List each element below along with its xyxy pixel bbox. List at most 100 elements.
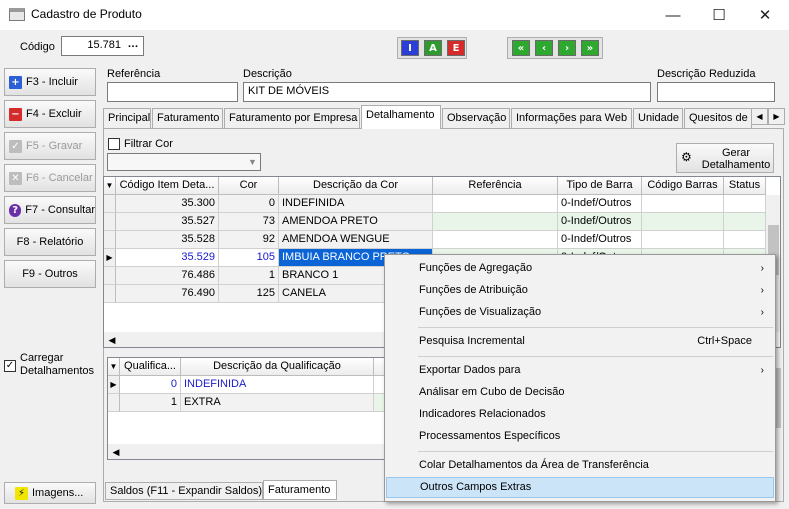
grid-cell-ref[interactable]	[433, 213, 558, 231]
context-menu: Funções de Agregação › Funções de Atribu…	[384, 254, 776, 502]
header-referencia[interactable]: Referência	[433, 177, 558, 195]
grid-cell-codigo[interactable]: 35.529	[116, 249, 219, 267]
scroll-left-icon[interactable]: ◀	[106, 334, 118, 346]
grid-cell-codigo[interactable]: 35.527	[116, 213, 219, 231]
menu-item-processamentos[interactable]: Processamentos Específicos	[386, 426, 774, 447]
grid-cell-descricao[interactable]: AMENDOA WENGUE	[279, 231, 433, 249]
menu-item-pesquisa[interactable]: Pesquisa Incremental Ctrl+Space	[386, 331, 774, 352]
tab-faturamento-empresa[interactable]: Faturamento por Empresa	[224, 108, 360, 128]
grid-cell-status[interactable]	[724, 231, 766, 249]
grid-cell-cor[interactable]: 0	[219, 195, 279, 213]
last-record-icon[interactable]: »	[581, 40, 599, 56]
tab-scroll-left-icon[interactable]: ◀	[751, 108, 768, 125]
grid-cell-cor[interactable]: 1	[219, 267, 279, 285]
grid-cell-status[interactable]	[724, 213, 766, 231]
header-descricao-cor[interactable]: Descrição da Cor	[279, 177, 433, 195]
grid-cell-status[interactable]	[724, 195, 766, 213]
grid-cell-codigo[interactable]: 35.300	[116, 195, 219, 213]
outros-button[interactable]: F9 - Outros	[4, 260, 96, 288]
tab-scroll-right-icon[interactable]: ▶	[768, 108, 785, 125]
grid-cell-tipo[interactable]: 0-Indef/Outros	[558, 213, 642, 231]
grid-cell-ref[interactable]	[433, 231, 558, 249]
imagens-button[interactable]: ⚡ Imagens...	[4, 482, 96, 504]
close-button[interactable]: ✕	[742, 0, 788, 30]
grid-cell-barras[interactable]	[642, 231, 724, 249]
codigo-lookup-button[interactable]: …	[124, 38, 142, 54]
menu-item-agregacao[interactable]: Funções de Agregação ›	[386, 258, 774, 279]
alter-button[interactable]: A	[424, 40, 442, 56]
qual-descricao-cell[interactable]: INDEFINIDA	[181, 376, 374, 394]
descricao-input[interactable]: KIT DE MÓVEIS	[243, 82, 651, 102]
next-record-icon[interactable]: ›	[558, 40, 576, 56]
tab-detalhamento[interactable]: Detalhamento	[361, 105, 441, 129]
excluir-button[interactable]: − F4 - Excluir	[4, 100, 96, 128]
qual-codigo-cell[interactable]: 0	[120, 376, 181, 394]
submenu-chevron-right-icon: ›	[760, 365, 764, 376]
header-tipo-barra[interactable]: Tipo de Barra	[558, 177, 642, 195]
maximize-button[interactable]: ☐	[696, 0, 742, 30]
cancelar-button[interactable]: ✕ F6 - Cancelar	[4, 164, 96, 192]
grid-cell-barras[interactable]	[642, 195, 724, 213]
tab-faturamento-bottom[interactable]: Faturamento	[263, 480, 337, 500]
incluir-button[interactable]: + F3 - Incluir	[4, 68, 96, 96]
first-record-icon[interactable]: «	[512, 40, 530, 56]
grid-cell-cor[interactable]: 92	[219, 231, 279, 249]
cor-select-chevron-down-icon[interactable]: ▼	[245, 154, 260, 170]
tab-quesitos[interactable]: Quesitos de	[684, 108, 752, 128]
delete-button[interactable]: E	[447, 40, 465, 56]
minimize-button[interactable]: —	[650, 0, 696, 30]
header-codigo[interactable]: Código Item Deta...	[116, 177, 219, 195]
gravar-button[interactable]: ✓ F5 - Gravar	[4, 132, 96, 160]
tab-principal[interactable]: Principal	[103, 108, 151, 128]
carregar-detalhamentos-checkbox[interactable]: ✓	[4, 360, 16, 372]
tab-unidade[interactable]: Unidade	[633, 108, 683, 128]
filtrar-cor-checkbox[interactable]	[108, 138, 120, 150]
tab-observacao[interactable]: Observação	[442, 108, 510, 128]
gerar-label-line1: Gerar	[721, 147, 751, 159]
grid-cell-ref[interactable]	[433, 195, 558, 213]
gerar-detalhamento-button[interactable]: ⚙ Gerar Detalhamento	[676, 143, 774, 173]
grid-cell-barras[interactable]	[642, 213, 724, 231]
menu-item-cubo[interactable]: Análisar em Cubo de Decisão	[386, 382, 774, 403]
qual-grid-menu-chevron-icon[interactable]: ▼	[108, 358, 120, 376]
grid-cell-codigo[interactable]: 76.490	[116, 285, 219, 303]
grid-cell-descricao[interactable]: INDEFINIDA	[279, 195, 433, 213]
header-descricao-qualificacao[interactable]: Descrição da Qualificação	[181, 358, 374, 376]
header-cor[interactable]: Cor	[219, 177, 279, 195]
grid-cell-tipo[interactable]: 0-Indef/Outros	[558, 231, 642, 249]
grid-cell-codigo[interactable]: 35.528	[116, 231, 219, 249]
previous-record-icon[interactable]: ‹	[535, 40, 553, 56]
grid-cell-codigo[interactable]: 76.486	[116, 267, 219, 285]
outros-label: F9 - Outros	[22, 268, 78, 280]
qual-descricao-cell[interactable]: EXTRA	[181, 394, 374, 412]
tab-saldos[interactable]: Saldos (F11 - Expandir Saldos)	[105, 482, 263, 500]
tab-faturamento[interactable]: Faturamento	[152, 108, 223, 128]
insert-button[interactable]: I	[401, 40, 419, 56]
grid-menu-chevron-icon[interactable]: ▼	[104, 177, 116, 195]
relatorio-button[interactable]: F8 - Relatório	[4, 228, 96, 256]
consultar-button[interactable]: ? F7 - Consultar	[4, 196, 96, 224]
menu-item-outros-campos[interactable]: Outros Campos Extras	[386, 477, 774, 498]
qual-codigo-cell[interactable]: 1	[120, 394, 181, 412]
header-qualificacao[interactable]: Qualifica...	[120, 358, 181, 376]
header-codigo-barras[interactable]: Código Barras	[642, 177, 724, 195]
grid-cell-cor[interactable]: 73	[219, 213, 279, 231]
descricao-reduzida-input[interactable]	[657, 82, 775, 102]
header-status[interactable]: Status	[724, 177, 766, 195]
qual-scroll-left-icon[interactable]: ◀	[110, 446, 122, 458]
menu-item-atribuicao[interactable]: Funções de Atribuição ›	[386, 280, 774, 301]
grid-cell-cor[interactable]: 125	[219, 285, 279, 303]
menu-item-colar[interactable]: Colar Detalhamentos da Área de Transferê…	[386, 455, 774, 476]
grid-cell-cor[interactable]: 105	[219, 249, 279, 267]
menu-item-exportar[interactable]: Exportar Dados para ›	[386, 360, 774, 381]
grid-cell-descricao[interactable]: AMENDOA PRETO	[279, 213, 433, 231]
cor-select[interactable]	[107, 153, 261, 171]
title-bar: Cadastro de Produto — ☐ ✕	[0, 0, 789, 30]
grid-cell-tipo[interactable]: 0-Indef/Outros	[558, 195, 642, 213]
qual-row-indicator-2	[108, 394, 120, 412]
menu-label: Funções de Agregação	[419, 262, 533, 274]
tab-informacoes-web[interactable]: Informações para Web	[511, 108, 632, 128]
menu-item-indicadores[interactable]: Indicadores Relacionados	[386, 404, 774, 425]
menu-item-visualizacao[interactable]: Funções de Visualização ›	[386, 302, 774, 323]
referencia-input[interactable]	[107, 82, 238, 102]
